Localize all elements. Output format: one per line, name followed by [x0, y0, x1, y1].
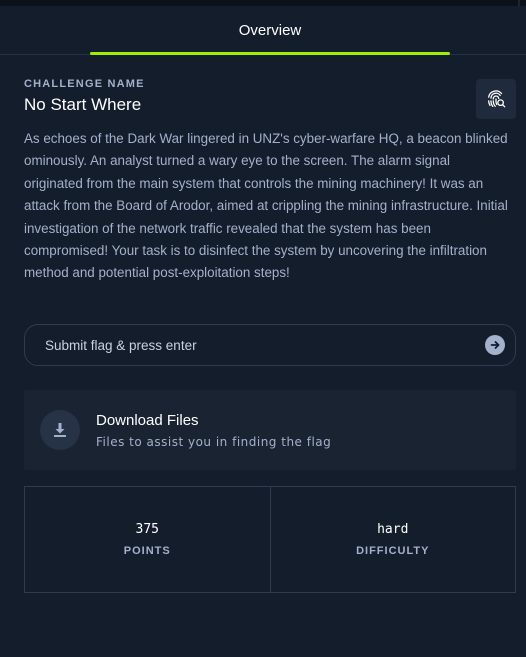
challenge-description: As echoes of the Dark War lingered in UN… [24, 131, 508, 281]
active-tab-indicator [90, 52, 450, 55]
difficulty-value: hard [377, 522, 409, 537]
download-subtitle: Files to assist you in finding the flag [96, 435, 332, 449]
difficulty-stat: hard DIFFICULTY [269, 487, 516, 592]
tab-bar: Overview [0, 6, 526, 55]
arrow-right-icon [490, 341, 500, 349]
download-icon-circle [40, 410, 80, 450]
difficulty-label: DIFFICULTY [356, 545, 430, 557]
tab-overview[interactable]: Overview [90, 6, 450, 54]
challenge-name-label: CHALLENGE NAME [24, 78, 145, 90]
download-files-card[interactable]: Download Files Files to assist you in fi… [24, 390, 516, 470]
flag-submit-box [24, 324, 516, 366]
submit-flag-button[interactable] [485, 335, 505, 355]
points-value: 375 [135, 522, 159, 537]
points-label: POINTS [123, 545, 171, 557]
challenge-title: No Start Where [24, 95, 142, 114]
points-stat: 375 POINTS [25, 487, 270, 592]
fingerprint-search-icon [488, 90, 506, 108]
hint-button[interactable] [476, 79, 516, 119]
download-title: Download Files [96, 412, 199, 429]
download-icon [54, 423, 66, 437]
flag-input[interactable] [45, 325, 465, 365]
challenge-stats: 375 POINTS hard DIFFICULTY [24, 486, 516, 593]
